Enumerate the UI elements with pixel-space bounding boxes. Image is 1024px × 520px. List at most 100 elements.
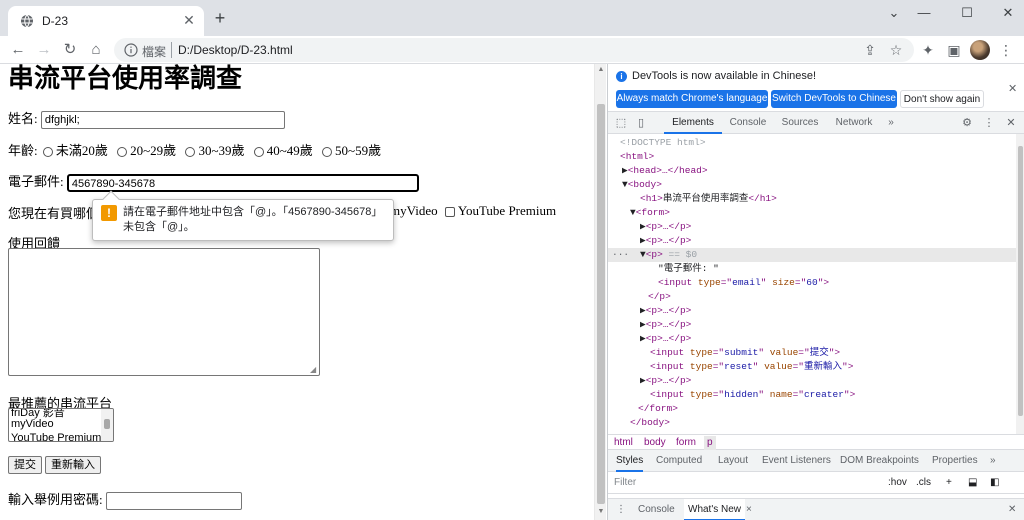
feedback-textarea[interactable]: ◢ xyxy=(8,248,320,376)
dom-node[interactable]: ▶<p>…</p> xyxy=(608,332,1016,346)
age-radio-40-49[interactable] xyxy=(253,147,264,158)
more-tabs-icon[interactable]: » xyxy=(884,112,898,134)
dont-show-again-button[interactable]: Don't show again xyxy=(900,90,984,108)
dom-node[interactable]: <input type="hidden" name="creater"> xyxy=(608,388,1016,402)
drawer-menu-icon[interactable]: ⋮ xyxy=(616,499,626,520)
dom-node-selected[interactable]: ··· ▼<p> == $0 xyxy=(608,248,1016,262)
resize-grip-icon[interactable]: ◢ xyxy=(310,366,318,374)
maximize-icon[interactable]: ☐ xyxy=(953,4,981,22)
new-style-rule-icon[interactable]: + xyxy=(946,476,952,490)
tab-properties[interactable]: Properties xyxy=(932,450,978,472)
tab-elements[interactable]: Elements xyxy=(664,112,722,134)
toggle-sidebar-icon[interactable]: ◧ xyxy=(990,476,999,490)
settings-gear-icon[interactable]: ⚙ xyxy=(960,116,974,130)
hover-state-toggle[interactable]: :hov xyxy=(888,476,907,490)
side-panel-icon[interactable]: ▣ xyxy=(944,40,964,60)
bookmark-star-icon[interactable]: ☆ xyxy=(886,40,906,60)
dom-node[interactable]: ▼<body> xyxy=(608,178,1016,192)
tab-console[interactable]: Console xyxy=(726,112,770,134)
email-input[interactable]: 4567890-345678 xyxy=(66,174,419,193)
forward-arrow-icon[interactable]: → xyxy=(34,40,54,60)
dom-node[interactable]: <h1>串流平台使用率調查</h1> xyxy=(608,192,1016,206)
listbox-scroll-thumb[interactable] xyxy=(104,419,110,429)
extensions-icon[interactable]: ✦ xyxy=(918,40,938,60)
platform-listbox[interactable]: friDay 影音 myVideo YouTube Premium xyxy=(8,408,114,442)
close-devtools-icon[interactable]: ✕ xyxy=(1004,116,1018,130)
profile-avatar[interactable] xyxy=(970,40,990,60)
dom-node[interactable]: ▶<p>…</p> xyxy=(608,318,1016,332)
page-scrollbar[interactable]: ▲ ▼ xyxy=(594,64,606,520)
tab-styles[interactable]: Styles xyxy=(616,450,644,472)
home-icon[interactable]: ⌂ xyxy=(86,40,106,60)
drawer-tab-whats-new[interactable]: What's New xyxy=(684,499,746,520)
tab-network[interactable]: Network xyxy=(830,112,878,134)
password-input[interactable] xyxy=(105,492,242,511)
dom-node[interactable]: <input type="submit" value="提交"> xyxy=(608,346,1016,360)
match-language-button[interactable]: Always match Chrome's language xyxy=(616,90,768,108)
dom-node[interactable]: <!DOCTYPE html> xyxy=(608,136,1016,150)
scroll-up-icon[interactable]: ▲ xyxy=(597,66,605,74)
url-text[interactable]: D:/Desktop/D-23.html xyxy=(178,43,293,57)
close-window-icon[interactable]: ✕ xyxy=(994,4,1022,22)
share-icon[interactable]: ⇪ xyxy=(860,40,880,60)
age-radio-under-20[interactable] xyxy=(42,147,53,158)
dom-node[interactable]: ▶<p>…</p> xyxy=(608,220,1016,234)
tab-sources[interactable]: Sources xyxy=(778,112,822,134)
new-tab-button[interactable]: + xyxy=(210,9,230,29)
listbox-scrollbar[interactable] xyxy=(101,409,113,441)
dom-node[interactable]: ▼<form> xyxy=(608,206,1016,220)
class-toggle[interactable]: .cls xyxy=(916,476,931,490)
tab-dom-breakpoints[interactable]: DOM Breakpoints xyxy=(840,450,919,472)
listbox-option[interactable]: myVideo xyxy=(11,418,54,430)
kebab-menu-icon[interactable]: ⋮ xyxy=(982,116,996,130)
dom-node[interactable]: </form> xyxy=(608,402,1016,416)
tab-search-icon[interactable]: ⌄ xyxy=(880,4,908,22)
dom-node[interactable]: ▶<p>…</p> xyxy=(608,374,1016,388)
close-drawer-tab-icon[interactable]: × xyxy=(746,499,752,520)
more-style-tabs-icon[interactable]: » xyxy=(990,450,996,472)
dom-node[interactable]: <input type="email" size="60"> xyxy=(608,276,1016,290)
close-tab-icon[interactable]: ✕ xyxy=(180,11,198,29)
paint-bucket-icon[interactable]: ⬓ xyxy=(968,476,977,490)
page-scroll-thumb[interactable] xyxy=(597,104,605,504)
close-icon[interactable]: ✕ xyxy=(1008,82,1017,95)
breadcrumb-body[interactable]: body xyxy=(641,436,669,450)
dom-tree-scrollbar[interactable] xyxy=(1016,134,1024,434)
tab-computed[interactable]: Computed xyxy=(656,450,702,472)
age-radio-30-39[interactable] xyxy=(185,147,196,158)
styles-filter-input[interactable]: Filter xyxy=(612,475,878,491)
dom-tree-scroll-thumb[interactable] xyxy=(1018,146,1023,416)
close-drawer-icon[interactable]: ✕ xyxy=(1008,499,1016,520)
submit-button[interactable]: 提交 xyxy=(8,456,42,474)
minimize-icon[interactable]: — xyxy=(910,4,938,22)
dom-node[interactable]: <html> xyxy=(608,150,1016,164)
back-arrow-icon[interactable]: ← xyxy=(8,40,28,60)
breadcrumb-p[interactable]: p xyxy=(704,436,716,450)
dom-node[interactable]: ▶<p>…</p> xyxy=(608,304,1016,318)
breadcrumb-html[interactable]: html xyxy=(611,436,636,450)
breadcrumb-form[interactable]: form xyxy=(673,436,699,450)
listbox-option[interactable]: YouTube Premium xyxy=(11,432,101,441)
dom-node[interactable]: </p> xyxy=(608,290,1016,304)
address-bar[interactable]: 檔案 D:/Desktop/D-23.html xyxy=(114,38,914,62)
scroll-down-icon[interactable]: ▼ xyxy=(597,508,605,516)
name-input[interactable]: dfghjkl; xyxy=(40,111,285,130)
inspect-element-icon[interactable]: ⬚ xyxy=(614,116,628,130)
reload-icon[interactable]: ↻ xyxy=(60,40,80,60)
tab-event-listeners[interactable]: Event Listeners xyxy=(762,450,831,472)
dom-node[interactable]: </body> xyxy=(608,416,1016,430)
tab-layout[interactable]: Layout xyxy=(718,450,748,472)
dom-node[interactable]: ▶<p>…</p> xyxy=(608,234,1016,248)
reset-button[interactable]: 重新輸入 xyxy=(45,456,101,474)
age-radio-20-29[interactable] xyxy=(117,147,128,158)
browser-tab[interactable]: D-23 ✕ xyxy=(8,6,204,36)
browser-menu-icon[interactable]: ⋮ xyxy=(996,40,1016,60)
drawer-tab-console[interactable]: Console xyxy=(638,499,675,520)
device-toolbar-icon[interactable]: ▯ xyxy=(634,116,648,130)
age-radio-50-59[interactable] xyxy=(322,147,333,158)
dom-node[interactable]: ▶<head>…</head> xyxy=(608,164,1016,178)
dom-node[interactable]: "電子郵件: " xyxy=(608,262,1016,276)
info-icon[interactable] xyxy=(124,43,138,57)
dom-node[interactable]: <input type="reset" value="重新輸入"> xyxy=(608,360,1016,374)
switch-language-button[interactable]: Switch DevTools to Chinese xyxy=(771,90,897,108)
